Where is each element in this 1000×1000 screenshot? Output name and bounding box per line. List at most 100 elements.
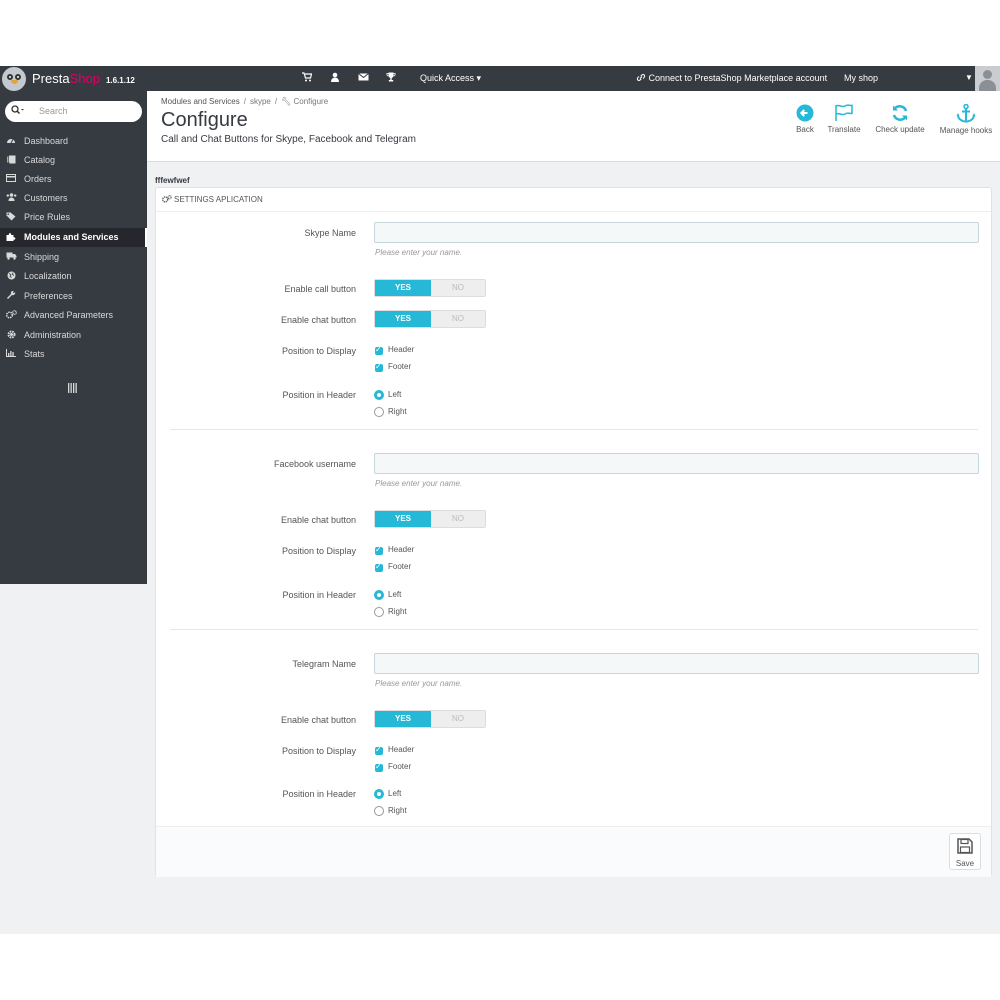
dashboard-icon [6,136,16,146]
option-label: Right [388,407,407,416]
switch-no[interactable]: NO [431,311,485,327]
telegram-name-input[interactable] [374,653,979,674]
mail-icon[interactable] [358,72,369,85]
telegram-chat-switch[interactable]: YES NO [374,710,486,728]
skype-left-radio[interactable] [374,390,384,400]
sidebar-item-modules-and-services[interactable]: Modules and Services [0,228,147,247]
switch-yes[interactable]: YES [375,280,431,296]
back-button[interactable]: Back [791,104,819,134]
prestashop-logo-icon[interactable] [2,67,26,91]
anchor-icon [956,104,976,123]
panel-heading: SETTINGS APLICATION [156,188,991,212]
sidebar-item-orders[interactable]: Orders [0,170,147,189]
sidebar-item-label: Catalog [24,155,56,165]
switch-no[interactable]: NO [431,511,485,527]
sidebar-item-catalog[interactable]: Catalog [0,151,147,170]
skype-right-radio[interactable] [374,407,384,417]
switch-yes[interactable]: YES [375,511,431,527]
skype-name-input[interactable] [374,222,979,243]
skype-call-label: Enable call button [284,284,356,294]
option-label: Footer [388,362,412,371]
page-title: Configure [161,109,248,131]
caret-down-icon[interactable]: ▼ [965,73,973,82]
sidebar-item-advanced-parameters[interactable]: Advanced Parameters [0,306,147,325]
facebook-header-checkbox[interactable] [375,545,383,555]
skype-chat-label: Enable chat button [280,315,356,325]
telegram-right-radio[interactable] [374,806,384,816]
sidebar-item-label: Orders [24,174,52,184]
facebook-username-input[interactable] [374,453,979,474]
check-update-button[interactable]: Check update [873,104,927,134]
switch-yes[interactable]: YES [375,311,431,327]
divider [170,629,978,630]
skype-call-switch[interactable]: YES NO [374,279,486,297]
quick-access-menu[interactable]: Quick Access ▾ [420,73,481,84]
sidebar-item-label: Price Rules [24,212,71,222]
facebook-chat-switch[interactable]: YES NO [374,510,486,528]
sidebar-item-localization[interactable]: Localization [0,267,147,286]
sidebar-item-dashboard[interactable]: Dashboard [0,132,147,151]
credit-card-icon [6,174,16,184]
facebook-right-radio[interactable] [374,607,384,617]
facebook-header-position-label: Position in Header [282,590,356,600]
facebook-chat-label: Enable chat button [280,515,356,525]
facebook-display-label: Position to Display [281,546,356,556]
manage-hooks-button[interactable]: Manage hooks [936,104,996,135]
sidebar-item-label: Dashboard [24,136,69,146]
save-label: Save [955,859,975,868]
skype-chat-switch[interactable]: YES NO [374,310,486,328]
bar-chart-icon [6,349,16,359]
user-icon[interactable] [330,72,340,85]
truck-icon [6,252,17,262]
top-bar: PrestaShop 1.6.1.12 Quick Access ▾ Connec… [0,66,1000,91]
sidebar-item-preferences[interactable]: Preferences [0,287,147,306]
facebook-name-label: Facebook username [273,459,356,469]
telegram-left-radio[interactable] [374,789,384,799]
cogs-icon [162,195,172,205]
breadcrumb-item[interactable]: Modules and Services [161,97,240,106]
my-shop-link[interactable]: My shop [844,73,878,83]
option-label: Footer [388,562,412,571]
telegram-header-checkbox[interactable] [375,745,383,755]
switch-no[interactable]: NO [431,280,485,296]
search-icon[interactable] [11,105,25,118]
sidebar-item-price-rules[interactable]: Price Rules [0,208,147,227]
floppy-disk-icon [957,838,973,854]
trophy-icon[interactable] [386,72,396,85]
telegram-display-label: Position to Display [281,746,356,756]
switch-no[interactable]: NO [431,711,485,727]
search-input[interactable]: Search [5,101,142,122]
facebook-footer-checkbox[interactable] [375,562,383,572]
sidebar-item-label: Customers [24,193,68,203]
toolbar-label: Manage hooks [939,126,993,135]
version-label: 1.6.1.12 [105,76,135,85]
switch-yes[interactable]: YES [375,711,431,727]
connect-marketplace-link[interactable]: Connect to PrestaShop Marketplace accoun… [636,73,827,83]
puzzle-icon [6,232,16,243]
globe-icon [6,271,16,282]
telegram-footer-checkbox[interactable] [375,762,383,772]
telegram-name-help: Please enter your name. [375,679,463,688]
sidebar-item-stats[interactable]: Stats [0,345,147,364]
sidebar-item-administration[interactable]: Administration [0,326,147,345]
cogs-icon [5,310,17,321]
facebook-left-radio[interactable] [374,590,384,600]
collapse-sidebar-icon[interactable] [68,382,77,396]
skype-header-checkbox[interactable] [375,345,383,355]
breadcrumb-item[interactable]: skype [250,97,271,106]
option-label: Left [388,590,402,599]
brand-name[interactable]: PrestaShop 1.6.1.12 [32,71,135,86]
telegram-chat-label: Enable chat button [280,715,356,725]
save-button[interactable]: Save [949,833,981,870]
tag-icon [6,212,16,223]
translate-button[interactable]: Translate [825,104,863,134]
breadcrumb-item: Configure [293,97,329,106]
option-label: Footer [388,762,412,771]
toolbar-label: Check update [875,125,925,134]
skype-footer-checkbox[interactable] [375,362,383,372]
avatar[interactable] [975,66,1000,91]
cart-icon[interactable] [302,72,313,85]
sidebar-item-shipping[interactable]: Shipping [0,248,147,267]
sidebar-item-customers[interactable]: Customers [0,189,147,208]
toolbar-label: Translate [827,125,861,134]
